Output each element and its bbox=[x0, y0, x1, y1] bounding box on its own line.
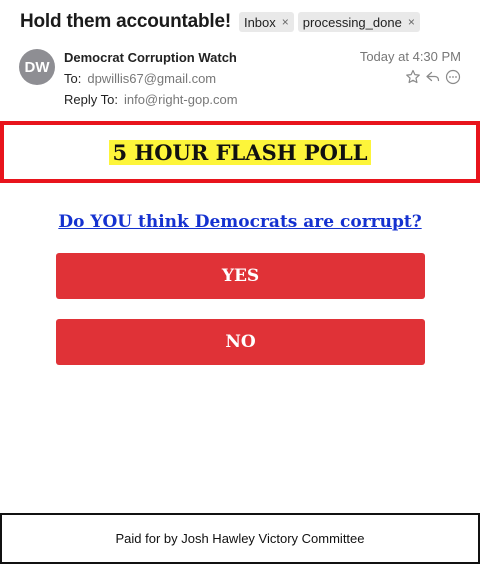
yes-button[interactable]: YES bbox=[56, 253, 425, 299]
poll-question-link[interactable]: Do YOU think Democrats are corrupt? bbox=[0, 212, 480, 232]
message-actions bbox=[405, 69, 461, 85]
reply-to-line: Reply To: info@right-gop.com bbox=[64, 92, 238, 107]
reply-icon[interactable] bbox=[425, 69, 441, 85]
sender-name[interactable]: Democrat Corruption Watch bbox=[64, 50, 237, 65]
reply-to-label: Reply To: bbox=[64, 92, 118, 107]
tag-label: processing_done bbox=[302, 14, 402, 30]
no-button[interactable]: NO bbox=[56, 319, 425, 365]
to-address[interactable]: dpwillis67@gmail.com bbox=[87, 71, 216, 86]
avatar: DW bbox=[19, 49, 55, 85]
email-header-row: Hold them accountable! Inbox × processin… bbox=[20, 11, 424, 33]
tag-label: Inbox bbox=[243, 14, 276, 30]
tag-remove-icon[interactable]: × bbox=[408, 15, 415, 29]
more-icon[interactable] bbox=[445, 69, 461, 85]
tag-inbox[interactable]: Inbox × bbox=[238, 12, 294, 32]
email-subject: Hold them accountable! bbox=[20, 11, 231, 32]
paid-for-disclaimer: Paid for by Josh Hawley Victory Committe… bbox=[0, 513, 480, 564]
tag-remove-icon[interactable]: × bbox=[282, 15, 289, 29]
tag-processing-done[interactable]: processing_done × bbox=[297, 12, 420, 32]
to-line: To: dpwillis67@gmail.com bbox=[64, 71, 216, 86]
to-label: To: bbox=[64, 71, 82, 86]
flash-poll-banner: 5 HOUR FLASH POLL bbox=[0, 121, 480, 183]
star-icon[interactable] bbox=[405, 69, 421, 85]
flash-poll-title: 5 HOUR FLASH POLL bbox=[109, 139, 371, 165]
email-date: Today at 4:30 PM bbox=[359, 49, 461, 64]
reply-to-address[interactable]: info@right-gop.com bbox=[124, 92, 238, 107]
